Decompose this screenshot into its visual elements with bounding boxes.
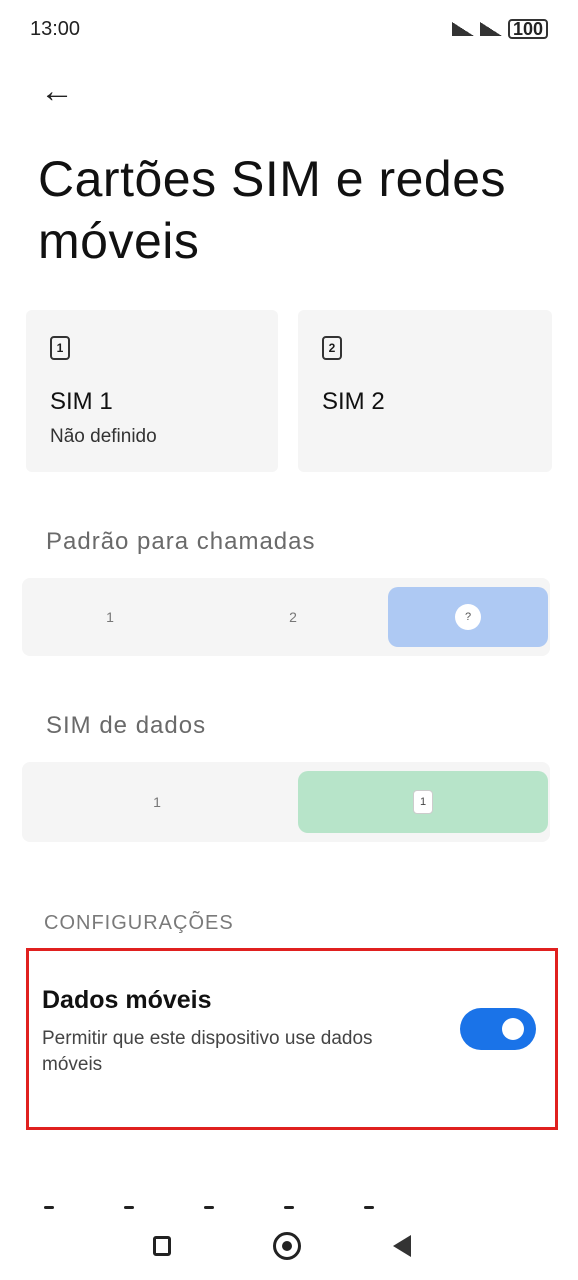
- back-icon[interactable]: ←: [40, 72, 74, 111]
- default-calls-label: Padrão para chamadas: [46, 528, 316, 555]
- signal-icon-2: [479, 22, 502, 36]
- calls-option-sim1[interactable]: 1: [22, 587, 198, 647]
- battery-icon: 100: [507, 19, 548, 39]
- mobile-data-toggle[interactable]: [460, 1008, 536, 1050]
- status-icons: 100: [451, 19, 548, 39]
- calls-option-sim2-label: 2: [289, 609, 297, 625]
- calls-option-sim2[interactable]: 2: [198, 587, 388, 647]
- sim-card-2[interactable]: 2 SIM 2: [298, 310, 552, 472]
- status-time: 13:00: [30, 17, 81, 40]
- sim-icon: 1: [50, 336, 70, 360]
- sim-icon: 2: [322, 336, 342, 360]
- sim-card-1[interactable]: 1 SIM 1 Não definido: [26, 310, 278, 472]
- partial-row-below: [44, 1206, 374, 1210]
- status-bar: 13:00 100: [30, 14, 548, 44]
- home-button[interactable]: [273, 1232, 305, 1260]
- sim-name: SIM 2: [322, 388, 385, 415]
- page-title: Cartões SIM e redes móveis: [38, 151, 507, 269]
- calls-option-ask[interactable]: ?: [388, 587, 548, 647]
- sim-status: Não definido: [50, 426, 157, 447]
- data-option-2[interactable]: 1: [298, 771, 548, 833]
- back-triangle-icon: [393, 1235, 411, 1257]
- ask-icon: ?: [455, 604, 481, 630]
- signal-icon: [451, 22, 474, 36]
- default-calls-selector: 1 2 ?: [22, 578, 550, 656]
- data-sim-label: SIM de dados: [46, 712, 207, 739]
- mobile-data-title: Dados móveis: [42, 986, 212, 1014]
- data-option-1[interactable]: 1: [22, 771, 292, 833]
- sim-icon: 1: [413, 790, 433, 814]
- mobile-data-description: Permitir que este dispositivo use dados …: [42, 1028, 373, 1075]
- sim-name: SIM 1: [50, 388, 113, 415]
- data-sim-selector: 1 1: [22, 762, 550, 842]
- back-button[interactable]: [393, 1235, 425, 1257]
- home-icon: [273, 1232, 301, 1260]
- recent-apps-icon: [153, 1236, 171, 1256]
- navigation-bar: [0, 1226, 578, 1266]
- config-section-label: CONFIGURAÇÕES: [44, 912, 234, 934]
- recent-apps-button[interactable]: [153, 1236, 185, 1256]
- toggle-knob: [502, 1018, 524, 1040]
- data-option-1-label: 1: [153, 794, 161, 810]
- calls-option-sim1-label: 1: [106, 609, 114, 625]
